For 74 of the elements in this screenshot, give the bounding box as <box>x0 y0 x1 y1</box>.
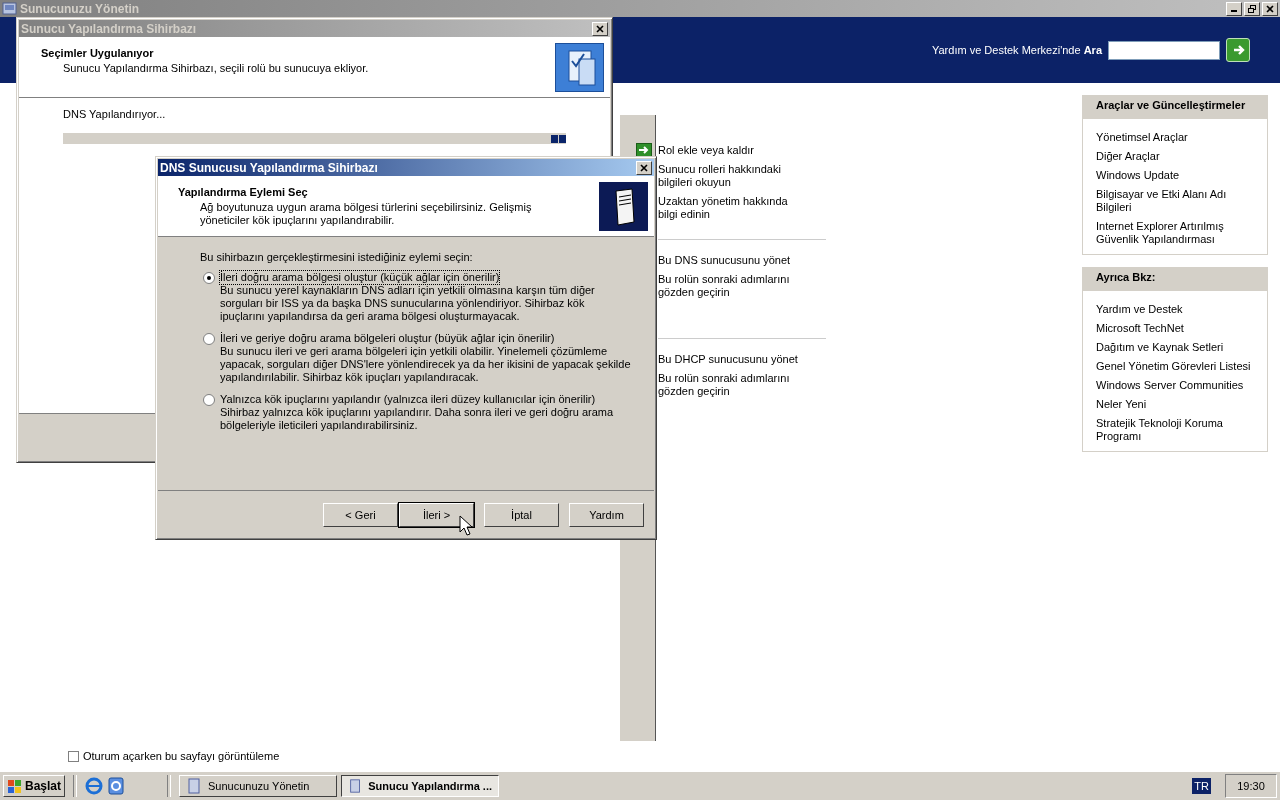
status-text: DNS Yapılandırıyor... <box>63 108 167 120</box>
radio-button[interactable] <box>203 393 215 406</box>
sidebar-link[interactable]: Yönetimsel Araçlar <box>1096 131 1254 144</box>
sidebar-link[interactable]: Stratejik Teknoloji Koruma Programı <box>1096 417 1254 443</box>
role-link[interactable]: Rol ekle veya kaldır <box>658 143 798 157</box>
checklist-icon <box>555 43 604 92</box>
panel-title: Araçlar ve Güncelleştirmeler <box>1083 96 1267 119</box>
sidebar-link[interactable]: Diğer Araçlar <box>1096 150 1254 163</box>
cursor-icon <box>459 515 473 536</box>
sidebar-link[interactable]: Windows Server Communities <box>1096 379 1254 392</box>
close-icon <box>1266 4 1274 13</box>
sidebar-link[interactable]: Genel Yönetim Görevleri Listesi <box>1096 360 1254 373</box>
minimize-icon <box>1231 9 1237 12</box>
arrow-icon <box>1231 43 1245 57</box>
sidebar-link[interactable]: Internet Explorer Artırılmış Güvenlik Yapılandırması <box>1096 220 1254 246</box>
browser-icon[interactable] <box>85 777 104 795</box>
wizard-subheading: Sunucu Yapılandırma Sihirbazı, seçili rolü bu sunucuya ekliyor. <box>63 62 370 75</box>
close-button[interactable] <box>636 160 652 175</box>
close-icon <box>596 24 604 33</box>
sidebar-link[interactable]: Dağıtım ve Kaynak Setleri <box>1096 341 1254 354</box>
option-label[interactable]: İleri doğru arama bölgesi oluştur (küçük ağlar için önerilir) <box>220 271 500 284</box>
sidebar-link[interactable]: Bilgisayar ve Etki Alanı Adı Bilgileri <box>1096 188 1254 214</box>
wizard-heading: Seçimler Uygulanıyor <box>41 47 155 59</box>
windows-logo-icon <box>7 778 22 794</box>
restore-icon <box>1248 4 1256 13</box>
option-label[interactable]: İleri ve geriye doğru arama bölgeleri oluştur (büyük ağlar için önerilir) <box>220 332 555 345</box>
wizard-button[interactable]: İptal <box>484 503 559 527</box>
sidebar-link[interactable]: Neler Yeni <box>1096 398 1254 411</box>
role-link[interactable]: Bu rolün sonraki adımlarını gözden geçirin <box>658 372 798 398</box>
checkbox[interactable] <box>68 750 79 762</box>
server-icon <box>599 182 648 231</box>
wizard-heading: Yapılandırma Eylemi Seç <box>178 186 309 198</box>
radio-button[interactable] <box>203 271 215 284</box>
clock: 19:30 <box>1225 774 1277 798</box>
window-title: Sunucu Yapılandırma Sihirbazı <box>21 21 198 36</box>
wizard-subheading: Ağ boyutunuza uygun arama bölgesi türlerini seçebilirsiniz. Gelişmiş yöneticiler kök ipuçlarını yapılandırabilir. <box>200 201 533 227</box>
option-description: Bu sunucu ileri ve geri arama bölgeleri için yetkili olabilir. Yinelemeli çözümleme yapacak, sorguları diğer DNS'lere yönlendirecek ya da her ikisini de yapacak şekilde yapılandırılabilir. Sihirbaz kök ipuçları yapılandıracak. <box>220 345 632 384</box>
close-button[interactable] <box>592 21 608 36</box>
radio-button[interactable] <box>203 332 215 345</box>
option-description: Bu sunucu yerel kaynakların DNS adları için yetkili olmasına karşın tüm diğer sorguları bir ISS ya da başka DNS sunucularına yönlendiriyor. Sihirbaz kök ipuçlarını yapılandırsa da geri arama bölgesi oluşturmayacak. <box>220 284 596 323</box>
server-icon <box>2 1 17 16</box>
taskbar-button[interactable]: Sunucu Yapılandırma ... <box>341 775 500 797</box>
sidebar-link[interactable]: Yardım ve Destek <box>1096 303 1254 316</box>
close-icon <box>640 163 648 172</box>
option-label[interactable]: Yalnızca kök ipuçlarını yapılandır (yalnızca ileri düzey kullanıcılar için önerilir) <box>220 393 596 406</box>
server-icon <box>186 778 203 794</box>
language-indicator[interactable]: TR <box>1192 778 1211 794</box>
role-link[interactable]: Bu rolün sonraki adımlarını gözden geçirin <box>658 273 798 299</box>
wizard-button[interactable]: < Geri <box>323 503 398 527</box>
sidebar-link[interactable]: Windows Update <box>1096 169 1254 182</box>
search-label: Yardım ve Destek Merkezi'nde Ara <box>931 44 1102 56</box>
role-link[interactable]: Bu DNS sunucusunu yönet <box>658 254 798 267</box>
checkbox-label: Oturum açarken bu sayfayı görüntüleme <box>83 750 280 762</box>
start-button[interactable]: Başlat <box>3 775 66 797</box>
window-title: Sunucunuzu Yönetin <box>20 1 141 16</box>
role-link[interactable]: Uzaktan yönetim hakkında bilgi edinin <box>658 195 798 221</box>
option-description: Sihirbaz yalnızca kök ipuçlarını yapılandırır. Daha sonra ileri ve geri doğru arama bölgeleriyle ileticileri yapılandırabilirsiniz. <box>220 406 615 432</box>
role-link[interactable]: Sunucu rolleri hakkındaki bilgileri okuyun <box>658 163 798 189</box>
panel-title: Ayrıca Bkz: <box>1083 268 1267 291</box>
search-field[interactable] <box>1108 40 1220 60</box>
arrow-icon <box>636 143 652 157</box>
sidebar-link[interactable]: Microsoft TechNet <box>1096 322 1254 335</box>
wizard-button[interactable]: Yardım <box>569 503 644 527</box>
go-button[interactable] <box>1226 38 1250 62</box>
close-button[interactable] <box>1262 1 1278 16</box>
taskbar-button[interactable]: Sunucunuzu Yönetin <box>179 775 338 797</box>
wizard-button[interactable]: İleri > <box>399 503 474 527</box>
window-title: DNS Sunucusu Yapılandırma Sihirbazı <box>160 160 379 175</box>
restore-button[interactable] <box>1244 1 1260 16</box>
server-icon <box>348 778 363 794</box>
minimize-button[interactable] <box>1226 1 1242 16</box>
window-icon[interactable] <box>107 777 126 795</box>
role-link[interactable]: Bu DHCP sunucusunu yönet <box>658 353 798 366</box>
prompt-text: Bu sihirbazın gerçekleştirmesini istediğiniz eylemi seçin: <box>200 251 474 263</box>
